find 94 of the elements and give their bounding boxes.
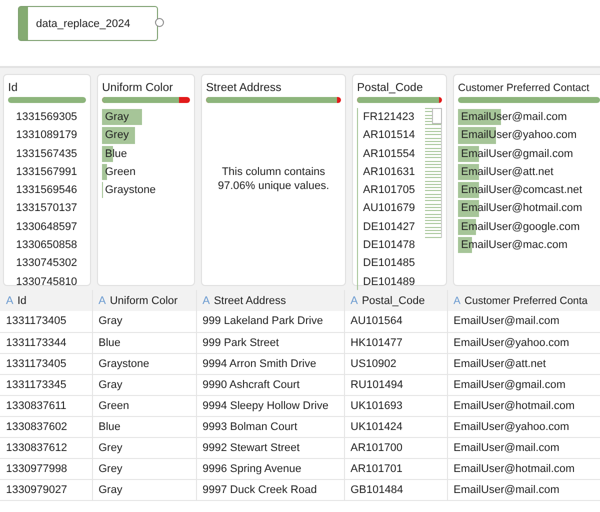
table-cell: 999 Park Street (196, 332, 344, 353)
value-item: Blue (102, 144, 190, 163)
column-header[interactable]: A Uniform Color (92, 290, 196, 311)
table-cell: US10902 (344, 353, 447, 374)
table-cell: 1331173345 (0, 374, 92, 395)
text-type-icon: A (202, 294, 210, 306)
table-cell: 9993 Bolman Court (196, 416, 344, 437)
table-cell: Blue (92, 332, 196, 353)
column-title: Customer Preferred Contact (458, 82, 590, 94)
column-header[interactable]: A Customer Preferred Conta (447, 290, 600, 311)
table-cell: EmailUser@yahoo.com (447, 416, 600, 437)
value-item: 1331089179 (15, 128, 78, 144)
table-cell: 1330977998 (0, 458, 92, 479)
summary-text: This column contains 97.06% unique values. (216, 165, 330, 193)
value-item: 1330648597 (15, 220, 78, 235)
value-item: EmailUser@gmail.com (458, 144, 600, 163)
text-type-icon: A (454, 294, 461, 306)
value-item: Green (102, 162, 190, 182)
column-header[interactable]: A Street Address (196, 290, 344, 311)
column-header[interactable]: A Postal_Code (344, 290, 447, 311)
text-type-icon: A (98, 294, 106, 306)
value-item: Gray (102, 108, 190, 126)
text-type-icon: A (350, 294, 358, 306)
table-cell: 1330979027 (0, 479, 92, 500)
column-title: Uniform Color (102, 82, 174, 94)
table-cell: UK101424 (344, 416, 447, 437)
value-item: EmailUser@mac.com (458, 236, 600, 254)
table-cell: Gray (92, 479, 196, 500)
table-cell: 9997 Duck Creek Road (196, 479, 344, 500)
table-cell: 9992 Stewart Street (196, 437, 344, 458)
table-cell: 9996 Spring Avenue (196, 458, 344, 479)
table-cell: AR101701 (344, 458, 447, 479)
column-label: Postal_Code (362, 294, 425, 306)
table-cell: 1331173405 (0, 311, 92, 332)
table-cell: 1331173344 (0, 332, 92, 353)
table-cell: GB101484 (344, 479, 447, 500)
table-cell: Grey (92, 437, 196, 458)
table-cell: EmailUser@hotmail.com (447, 395, 600, 416)
table-cell: 1331173405 (0, 353, 92, 374)
value-item: 1331567435 (15, 146, 78, 162)
table-cell: EmailUser@hotmail.com (447, 458, 600, 479)
value-item: 1330745302 (15, 256, 78, 272)
table-cell: AR101700 (344, 437, 447, 458)
value-item: DE101478 (357, 236, 425, 254)
table-cell: Graystone (92, 353, 196, 374)
value-item: DE101485 (357, 254, 425, 273)
table-cell: EmailUser@mail.com (447, 437, 600, 458)
column-label: Customer Preferred Conta (464, 294, 588, 306)
table-cell: RU101494 (344, 374, 447, 395)
value-item: EmailUser@mail.com (458, 108, 600, 126)
table-cell: Green (92, 395, 196, 416)
value-item: 1331570137 (15, 201, 78, 216)
table-cell: HK101477 (344, 332, 447, 353)
column-title: Postal_Code (357, 82, 424, 94)
table-cell: EmailUser@mail.com (447, 479, 600, 500)
value-item: Grey (102, 126, 190, 145)
value-item: 1330650858 (15, 238, 78, 254)
table-cell: 1330837602 (0, 416, 92, 437)
column-title: Street Address (206, 82, 282, 94)
table-cell: Gray (92, 374, 196, 395)
value-item: 1331569546 (15, 183, 78, 198)
table-cell: AU101564 (344, 311, 447, 332)
value-item: EmailUser@google.com (458, 218, 600, 236)
table-cell: EmailUser@att.net (447, 353, 600, 374)
table-cell: Grey (92, 458, 196, 479)
node-label: data_replace_2024 (35, 18, 130, 30)
column-label: Uniform Color (110, 294, 178, 306)
table-cell: 9990 Ashcraft Court (196, 374, 344, 395)
table-cell: EmailUser@yahoo.com (447, 332, 600, 353)
value-item: EmailUser@att.net (458, 162, 600, 182)
column-label: Street Address (214, 294, 286, 306)
column-header[interactable]: A Id (0, 290, 92, 311)
text-type-icon: A (6, 294, 14, 306)
table-cell: Gray (92, 311, 196, 332)
value-item: EmailUser@hotmail.com (458, 199, 600, 218)
column-title: Id (8, 82, 19, 94)
table-cell: EmailUser@gmail.com (447, 374, 600, 395)
dataset-node[interactable]: data_replace_2024 (18, 6, 158, 41)
port-circle-icon[interactable] (155, 18, 164, 27)
table-cell: EmailUser@mail.com (447, 311, 600, 332)
table-cell: 999 Lakeland Park Drive (196, 311, 344, 332)
value-item: 1331567991 (15, 164, 78, 180)
table-cell: UK101693 (344, 395, 447, 416)
value-item: 1331569305 (15, 110, 78, 125)
value-item: EmailUser@yahoo.com (458, 126, 600, 145)
value-item: Graystone (102, 181, 190, 200)
table-cell: Blue (92, 416, 196, 437)
table-cell: 9994 Arron Smith Drive (196, 353, 344, 374)
table-cell: 9994 Sleepy Hollow Drive (196, 395, 344, 416)
table-cell: 1330837612 (0, 437, 92, 458)
table-cell: 1330837611 (0, 395, 92, 416)
value-item: 1330745810 (15, 274, 78, 290)
column-label: Id (17, 294, 27, 306)
value-item: EmailUser@comcast.net (458, 181, 600, 200)
